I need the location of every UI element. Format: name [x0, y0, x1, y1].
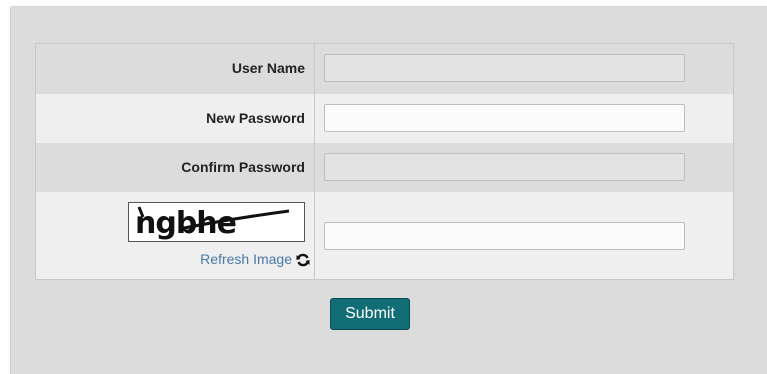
submit-button[interactable]: Submit	[330, 298, 410, 330]
user-name-row: User Name	[36, 44, 733, 94]
refresh-image-link[interactable]: Refresh Image	[200, 251, 292, 267]
confirm-password-row: Confirm Password	[36, 143, 733, 192]
confirm-password-field[interactable]	[324, 153, 685, 181]
new-password-label: New Password	[206, 110, 305, 126]
captcha-image: ngbhe	[128, 202, 305, 242]
user-name-field[interactable]	[324, 54, 685, 82]
captcha-row: ngbhe Refresh Image	[36, 192, 733, 279]
refresh-icon[interactable]	[296, 253, 310, 270]
new-password-field[interactable]	[324, 104, 685, 132]
new-password-row: New Password	[36, 94, 733, 143]
captcha-graphic: ngbhe	[135, 206, 290, 241]
refresh-control: Refresh Image	[36, 251, 310, 271]
column-divider	[314, 44, 315, 279]
password-form-table: User Name New Password Confirm Password …	[35, 43, 734, 280]
confirm-password-label: Confirm Password	[181, 159, 305, 175]
captcha-text: ngbhe	[135, 206, 236, 241]
user-name-label: User Name	[231, 60, 305, 76]
captcha-input[interactable]	[324, 222, 685, 250]
